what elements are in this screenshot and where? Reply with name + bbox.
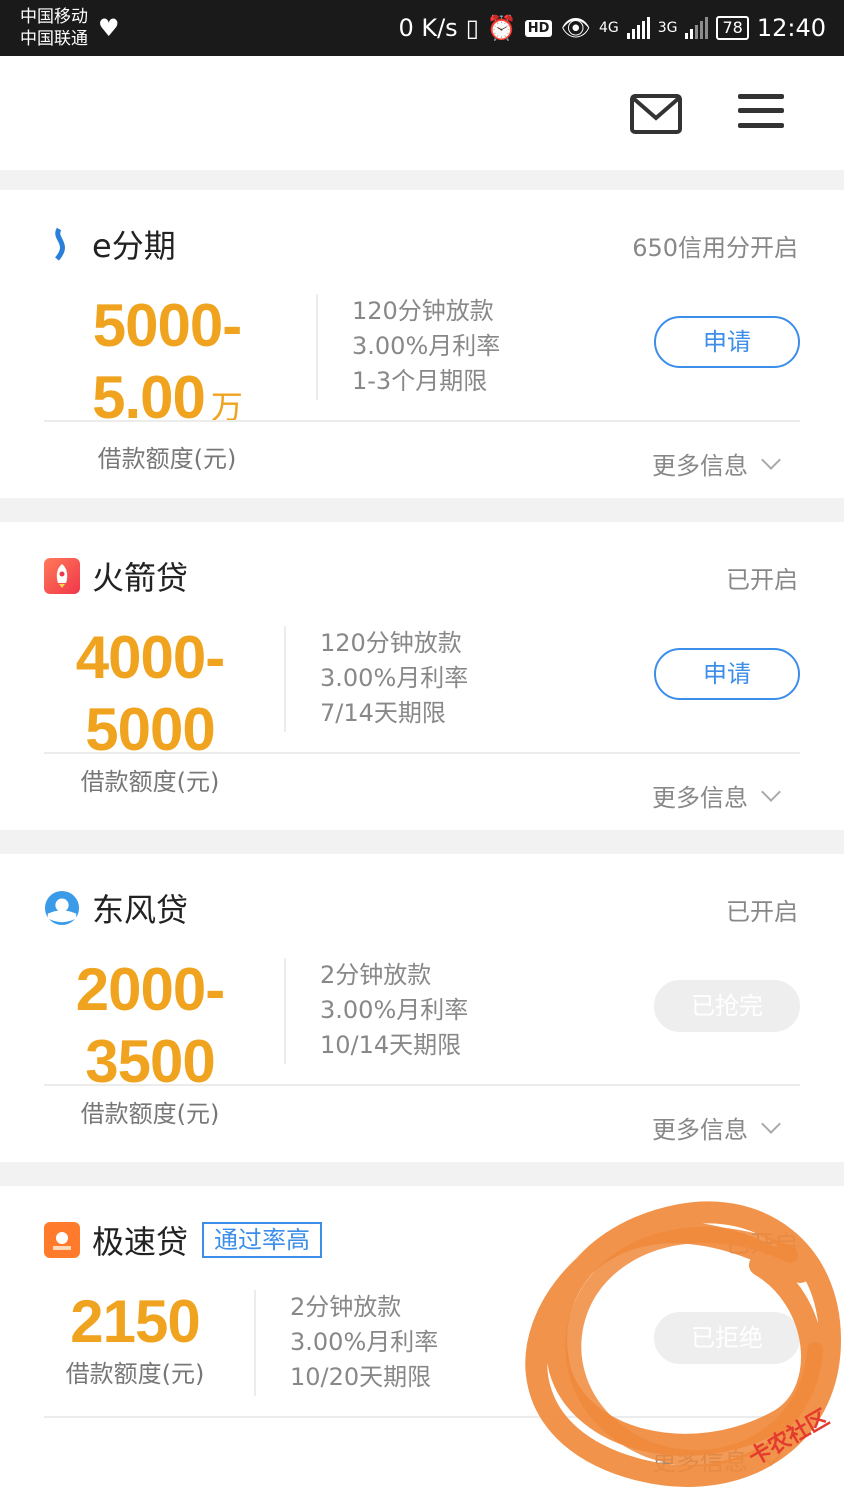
chevron-down-icon bbox=[761, 781, 781, 802]
more-info-toggle[interactable]: 更多信息 bbox=[652, 446, 781, 481]
more-info-toggle[interactable]: 更多信息 bbox=[652, 778, 781, 813]
loan-details: 120分钟放款 3.00%月利率 1-3个月期限 bbox=[352, 294, 500, 399]
status-bar: 中国移动 中国联通 ♥ 0 K/s ▯ ⏰ HD 👁 4G 3G 78 12:4… bbox=[0, 0, 844, 56]
loan-name: 极速贷 bbox=[92, 1223, 189, 1261]
horizontal-divider bbox=[44, 420, 800, 422]
high-pass-rate-badge: 通过率高 bbox=[202, 1222, 323, 1258]
chevron-down-icon bbox=[761, 1113, 781, 1134]
loan-card-jisu: 极速贷 通过率高 已开启 2150 借款额度(元) 2分钟放款 3.00%月利率… bbox=[0, 1186, 844, 1500]
release-time: 2分钟放款 bbox=[320, 961, 432, 989]
vertical-divider bbox=[316, 294, 318, 400]
amount-label: 借款额度(元) bbox=[80, 1100, 220, 1128]
horizontal-divider bbox=[44, 1416, 800, 1418]
release-time: 120分钟放款 bbox=[352, 297, 494, 325]
more-info-toggle[interactable]: 更多信息 bbox=[652, 1110, 781, 1145]
loan-details: 120分钟放款 3.00%月利率 7/14天期限 bbox=[320, 626, 468, 731]
apply-button[interactable]: 申请 bbox=[654, 648, 800, 700]
more-info-label: 更多信息 bbox=[652, 1448, 748, 1476]
clock: 12:40 bbox=[756, 14, 826, 42]
more-info-label: 更多信息 bbox=[652, 784, 748, 812]
loan-details: 2分钟放款 3.00%月利率 10/20天期限 bbox=[290, 1290, 438, 1395]
loan-status: 已开启 bbox=[726, 898, 798, 926]
loan-name: 东风贷 bbox=[92, 891, 189, 929]
horizontal-divider bbox=[44, 1084, 800, 1086]
more-info-label: 更多信息 bbox=[652, 1116, 748, 1144]
amount-label: 借款额度(元) bbox=[65, 1360, 205, 1388]
alarm-icon: ⏰ bbox=[486, 14, 517, 42]
heart-rate-icon: ♥ bbox=[98, 14, 120, 42]
monthly-rate: 3.00%月利率 bbox=[320, 664, 469, 692]
horizontal-divider bbox=[44, 752, 800, 754]
network-speed: 0 K/s bbox=[398, 14, 458, 42]
loan-term: 10/14天期限 bbox=[320, 1031, 462, 1059]
more-info-label: 更多信息 bbox=[652, 452, 748, 480]
top-bar bbox=[0, 56, 844, 170]
loan-term: 7/14天期限 bbox=[320, 699, 446, 727]
battery-icon: 78 bbox=[716, 16, 749, 40]
carrier-labels: 中国移动 中国联通 bbox=[20, 6, 88, 50]
vertical-divider bbox=[284, 626, 286, 732]
apply-button[interactable]: 申请 bbox=[654, 316, 800, 368]
vertical-divider bbox=[254, 1290, 256, 1396]
signal-2-icon bbox=[685, 17, 709, 39]
hamburger-menu-icon[interactable] bbox=[738, 94, 784, 128]
loan-term: 1-3个月期限 bbox=[352, 367, 488, 395]
loan-status: 650信用分开启 bbox=[632, 234, 798, 262]
loan-amount: 2000-3500 bbox=[75, 956, 225, 1095]
loan-term: 10/20天期限 bbox=[290, 1363, 432, 1391]
loan-card-huojian: 火箭贷 已开启 4000-5000 借款额度(元) 120分钟放款 3.00%月… bbox=[0, 522, 844, 830]
loan-details: 2分钟放款 3.00%月利率 10/14天期限 bbox=[320, 958, 468, 1063]
amount-label: 借款额度(元) bbox=[80, 768, 220, 796]
monthly-rate: 3.00%月利率 bbox=[320, 996, 469, 1024]
loan-card-e-fenqi: e分期 650信用分开启 5000-5.00 万 借款额度(元) 120分钟放款 … bbox=[0, 190, 844, 498]
net2-label: 3G bbox=[657, 20, 678, 36]
loan-name: 火箭贷 bbox=[92, 559, 189, 597]
vibrate-icon: ▯ bbox=[465, 14, 479, 42]
loan-amount: 4000-5000 bbox=[75, 624, 225, 763]
hd-icon: HD bbox=[524, 19, 553, 37]
loan-status: 已开启 bbox=[726, 1230, 798, 1258]
jisu-logo-icon bbox=[44, 1222, 80, 1258]
signal-1-icon bbox=[626, 17, 650, 39]
loan-amount: 2150 bbox=[70, 1288, 200, 1355]
rejected-button[interactable]: 已拒绝 bbox=[654, 1312, 800, 1364]
eye-icon: 👁 bbox=[560, 14, 591, 42]
monthly-rate: 3.00%月利率 bbox=[352, 332, 501, 360]
release-time: 120分钟放款 bbox=[320, 629, 462, 657]
e-fenqi-logo-icon bbox=[44, 226, 80, 262]
amount-label: 借款额度(元) bbox=[97, 445, 237, 473]
carrier-1: 中国移动 bbox=[20, 7, 88, 27]
sold-out-button[interactable]: 已抢完 bbox=[654, 980, 800, 1032]
dongfeng-logo-icon bbox=[44, 890, 80, 926]
rocket-logo-icon bbox=[44, 558, 80, 594]
release-time: 2分钟放款 bbox=[290, 1293, 402, 1321]
mail-icon[interactable] bbox=[630, 94, 682, 134]
loan-card-dongfeng: 东风贷 已开启 2000-3500 借款额度(元) 2分钟放款 3.00%月利率… bbox=[0, 854, 844, 1162]
net1-label: 4G bbox=[598, 20, 619, 36]
vertical-divider bbox=[284, 958, 286, 1064]
chevron-down-icon bbox=[761, 449, 781, 470]
loan-name: e分期 bbox=[92, 227, 176, 265]
loan-status: 已开启 bbox=[726, 566, 798, 594]
carrier-2: 中国联通 bbox=[20, 29, 88, 49]
monthly-rate: 3.00%月利率 bbox=[290, 1328, 439, 1356]
